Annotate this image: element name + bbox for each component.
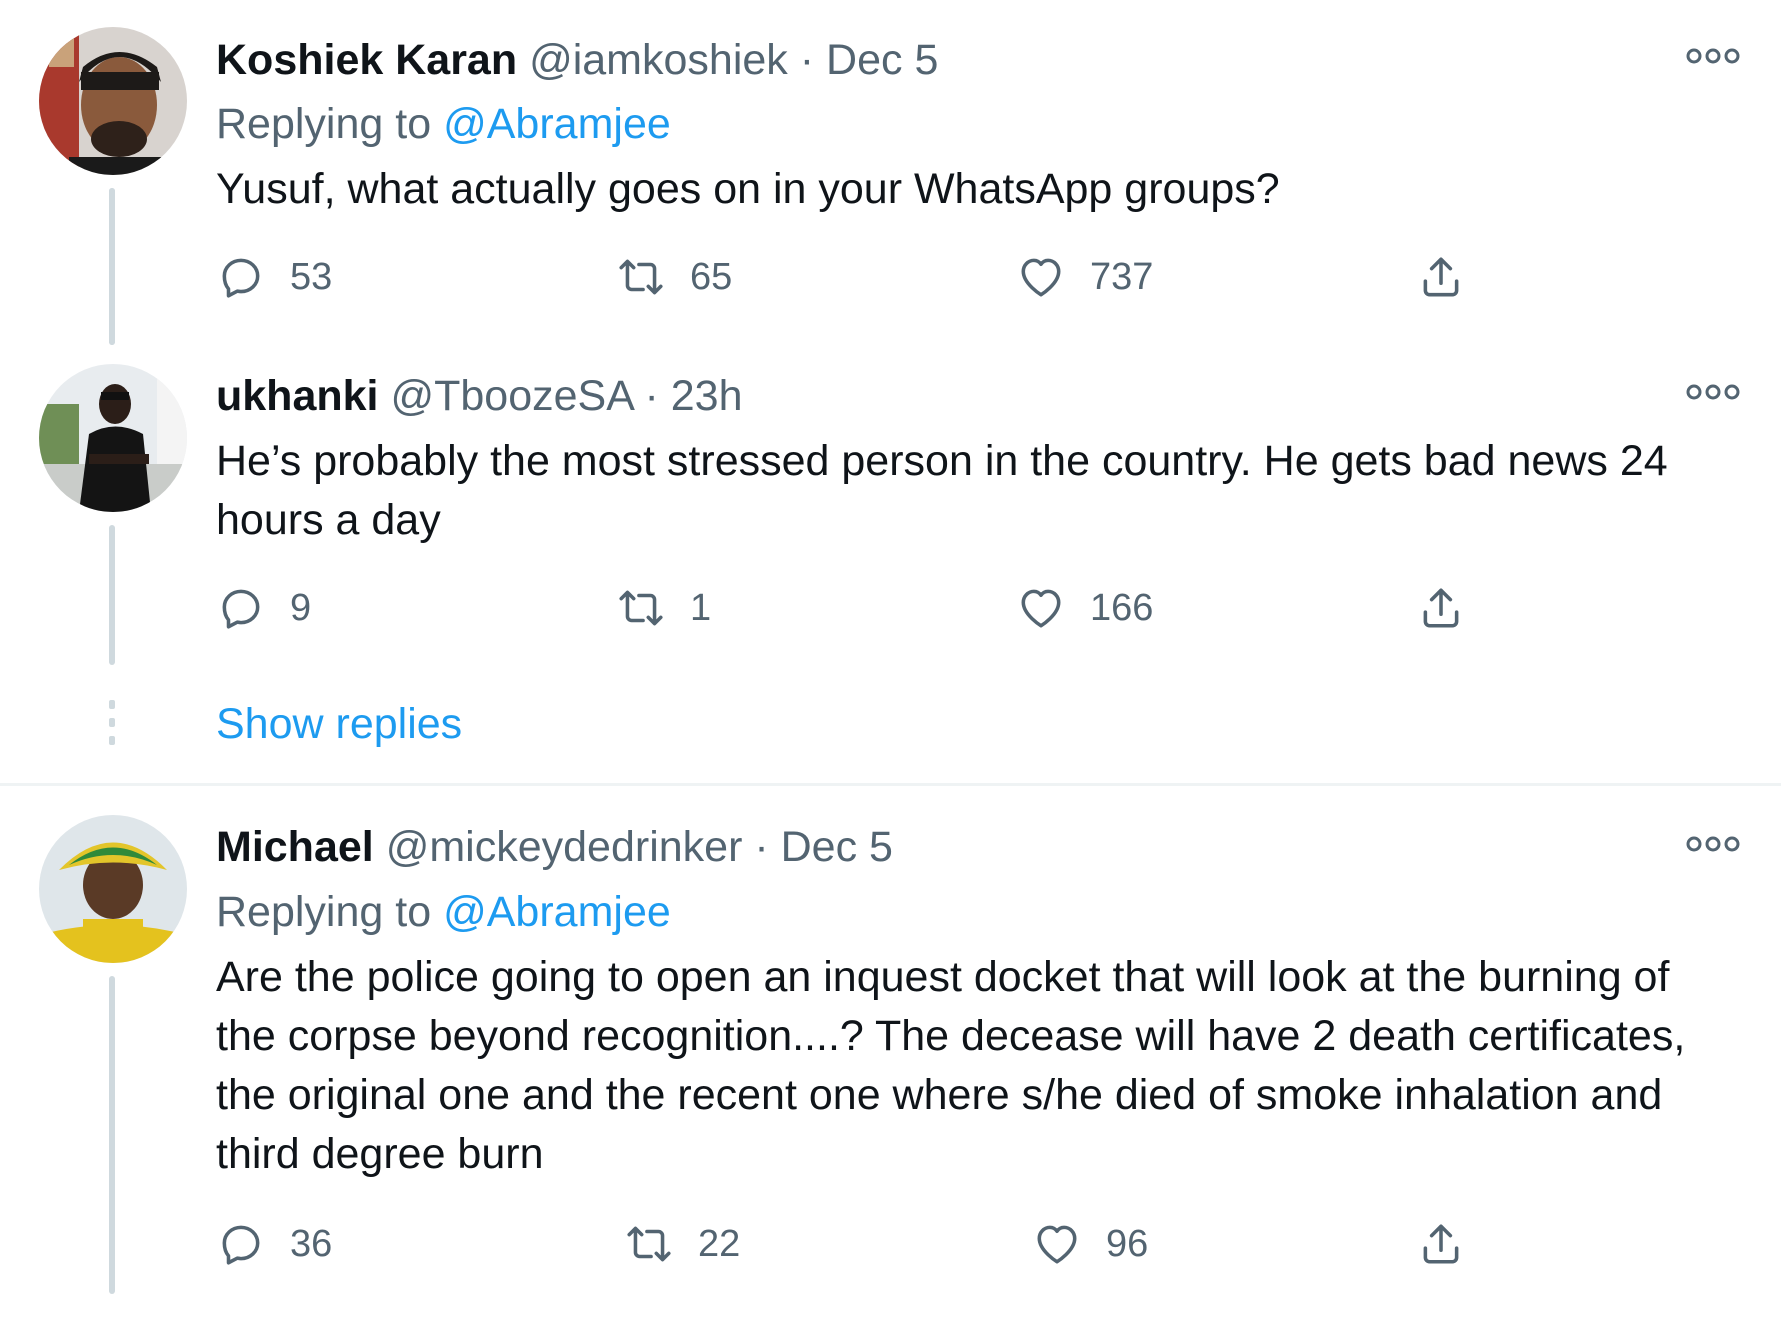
like-icon [1037, 1225, 1077, 1264]
timestamp[interactable]: Dec 5 [826, 36, 938, 84]
retweet-button[interactable]: 22 [624, 1216, 740, 1272]
replying-to: Replying to @Abramjee [216, 98, 671, 150]
tweet-header: Koshiek Karan @iamkoshiek · Dec 5 [216, 34, 1721, 86]
separator-dot: · [644, 372, 659, 420]
like-icon [1021, 258, 1061, 297]
divider [0, 783, 1781, 786]
like-count: 166 [1090, 586, 1154, 629]
reply-icon [222, 1225, 260, 1265]
show-replies-link[interactable]: Show replies [216, 698, 462, 750]
more-options-icon[interactable] [1685, 46, 1741, 66]
display-name[interactable]: Michael [216, 823, 374, 871]
retweet-count: 65 [690, 255, 733, 298]
reply-button[interactable]: 53 [216, 249, 332, 305]
replying-to-label: Replying to [216, 100, 432, 148]
avatar[interactable] [39, 27, 187, 175]
tweet-header: ukhanki @TboozeSA · 23h [216, 370, 1721, 422]
reply-count: 36 [290, 1222, 333, 1265]
avatar[interactable] [39, 364, 187, 512]
timestamp[interactable]: 23h [671, 372, 743, 420]
tweet-header: Michael @mickeydedrinker · Dec 5 [216, 821, 1721, 873]
reply-count: 53 [290, 255, 333, 298]
share-icon [1423, 257, 1459, 297]
display-name[interactable]: Koshiek Karan [216, 36, 517, 84]
thread-line [109, 976, 115, 1294]
tweet-text: Are the police going to open an inquest … [216, 953, 1686, 1178]
retweet-count: 1 [690, 586, 712, 629]
user-handle[interactable]: @TboozeSA [390, 372, 632, 420]
retweet-button[interactable]: 1 [616, 580, 711, 636]
share-icon [1423, 588, 1459, 628]
like-button[interactable]: 737 [1016, 249, 1153, 305]
user-handle[interactable]: @iamkoshiek [529, 36, 788, 84]
share-icon [1423, 1224, 1459, 1264]
like-button[interactable]: 96 [1032, 1216, 1148, 1272]
more-options-icon[interactable] [1685, 834, 1741, 854]
replying-to: Replying to @Abramjee [216, 886, 671, 938]
like-icon [1021, 589, 1061, 628]
retweet-icon [627, 1226, 671, 1262]
avatar-image [39, 364, 187, 512]
display-name[interactable]: ukhanki [216, 372, 379, 420]
replying-to-label: Replying to [216, 888, 432, 936]
avatar-image [39, 27, 187, 175]
thread-line [109, 525, 115, 665]
share-button[interactable] [1416, 580, 1466, 636]
separator-dot: · [799, 36, 815, 84]
replying-to-handle[interactable]: @Abramjee [443, 100, 671, 148]
tweet-text: Yusuf, what actually goes on in your Wha… [216, 165, 1280, 213]
avatar-image [39, 815, 187, 963]
reply-icon [222, 258, 260, 298]
replying-to-handle[interactable]: @Abramjee [443, 888, 671, 936]
avatar[interactable] [39, 815, 187, 963]
timestamp[interactable]: Dec 5 [781, 823, 893, 871]
reply-icon [222, 589, 260, 629]
like-count: 737 [1090, 255, 1154, 298]
reply-count: 9 [290, 586, 312, 629]
reply-button[interactable]: 9 [216, 580, 311, 636]
share-button[interactable] [1416, 249, 1466, 305]
user-handle[interactable]: @mickeydedrinker [386, 823, 743, 871]
reply-button[interactable]: 36 [216, 1216, 332, 1272]
more-options-icon[interactable] [1685, 382, 1741, 402]
tweet-text: He’s probably the most stressed person i… [216, 437, 1668, 544]
retweet-icon [619, 259, 663, 295]
share-button[interactable] [1416, 1216, 1466, 1272]
retweet-icon [619, 590, 663, 626]
retweet-button[interactable]: 65 [616, 249, 732, 305]
separator-dot: · [754, 823, 769, 871]
thread-dotted-line [109, 700, 115, 748]
retweet-count: 22 [698, 1222, 741, 1265]
thread-line [109, 188, 115, 345]
like-count: 96 [1106, 1222, 1149, 1265]
like-button[interactable]: 166 [1016, 580, 1153, 636]
